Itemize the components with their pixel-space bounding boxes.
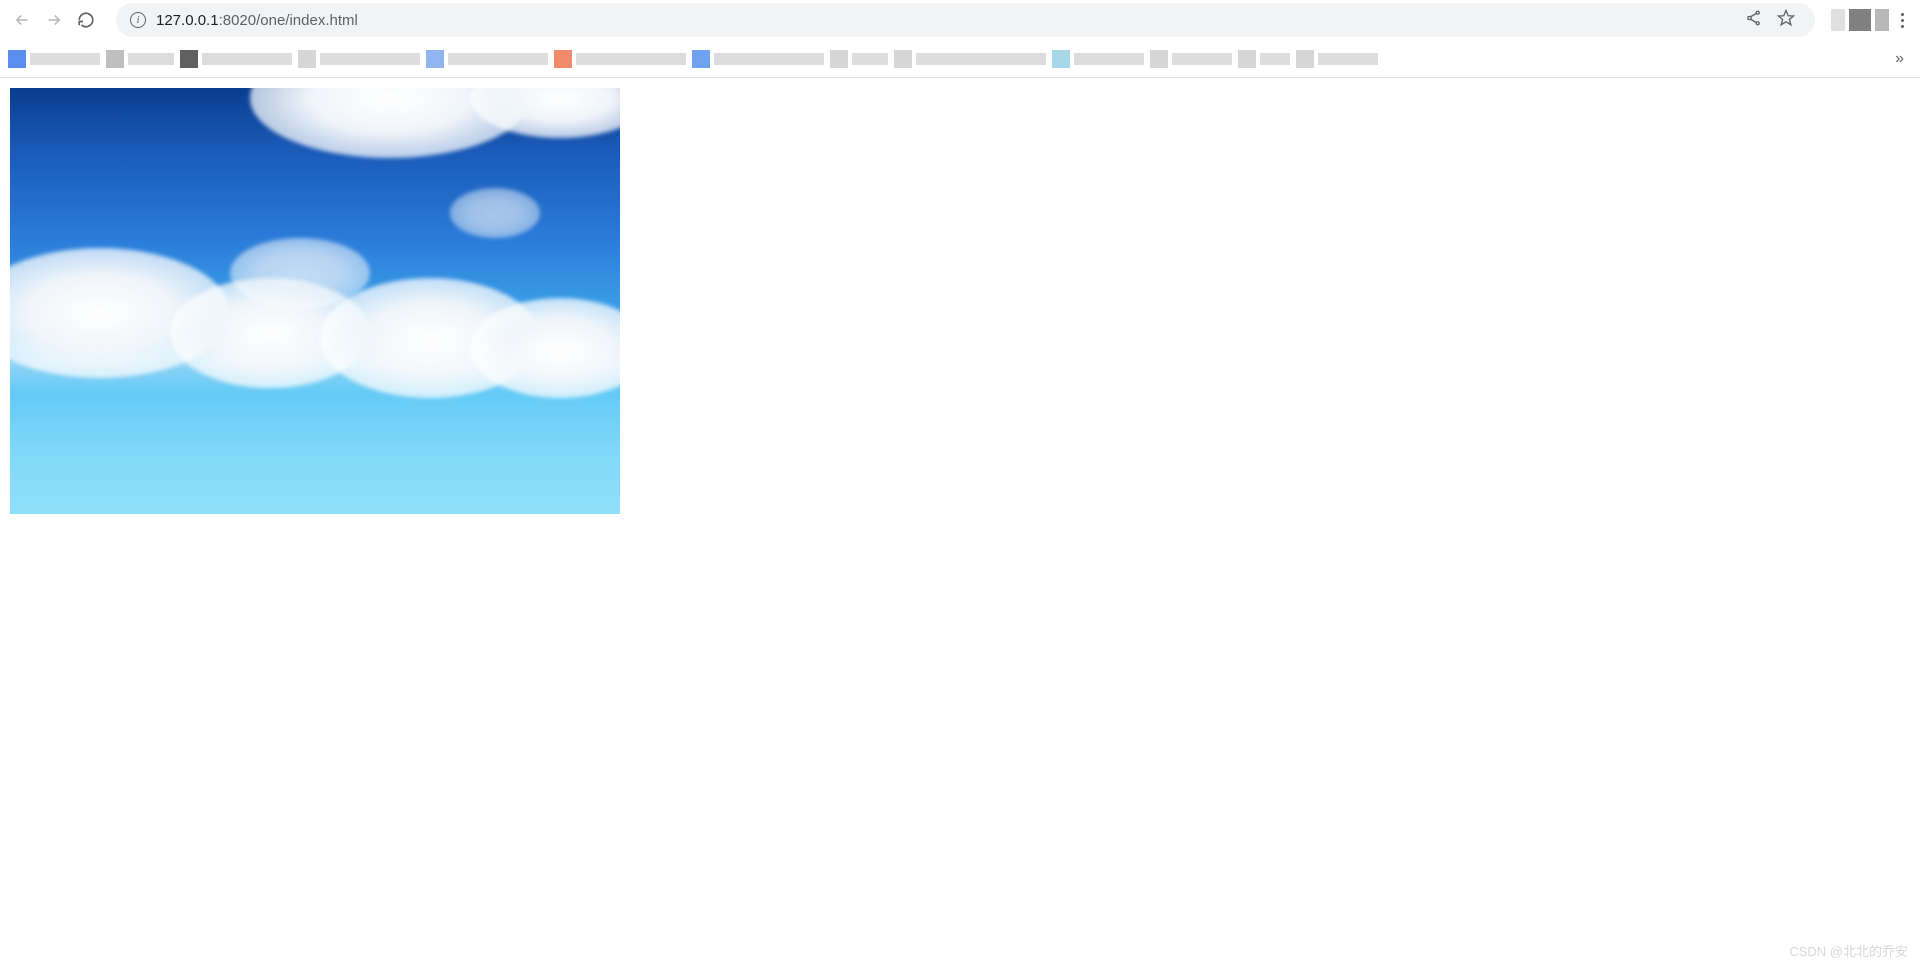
bookmark-item[interactable] (554, 47, 686, 71)
bookmark-favicon (180, 50, 198, 68)
site-info-icon[interactable]: i (130, 12, 146, 28)
page-content (0, 78, 1920, 524)
bookmarks-bar: » (0, 40, 1920, 78)
extensions-area[interactable] (1831, 9, 1889, 31)
bookmark-item[interactable] (692, 47, 824, 71)
bookmark-item[interactable] (1238, 47, 1290, 71)
cloud-shape (450, 188, 540, 238)
bookmark-favicon (1238, 50, 1256, 68)
share-icon[interactable] (1745, 9, 1763, 32)
url-text: 127.0.0.1:8020/one/index.html (156, 12, 358, 29)
url-host: 127.0.0.1 (156, 12, 219, 29)
bookmark-item[interactable] (8, 47, 100, 71)
bookmarks-overflow-button[interactable]: » (1895, 50, 1912, 68)
bookmark-label (30, 53, 100, 65)
bookmark-favicon (1150, 50, 1168, 68)
bookmark-label (916, 53, 1046, 65)
bookmark-label (1260, 53, 1290, 65)
browser-menu-button[interactable] (1897, 9, 1908, 32)
browser-toolbar: i 127.0.0.1:8020/one/index.html (0, 0, 1920, 40)
bookmark-item[interactable] (1052, 47, 1144, 71)
bookmark-favicon (1052, 50, 1070, 68)
bookmark-label (128, 53, 174, 65)
extension-icon[interactable] (1875, 9, 1889, 31)
bookmark-label (714, 53, 824, 65)
watermark-text: CSDN @北北的乔安 (1789, 941, 1908, 960)
bookmark-item[interactable] (1296, 47, 1378, 71)
bookmark-item[interactable] (894, 47, 1046, 71)
cloud-shape (230, 238, 370, 308)
bookmark-item[interactable] (298, 47, 420, 71)
address-bar[interactable]: i 127.0.0.1:8020/one/index.html (116, 3, 1815, 37)
bookmark-favicon (426, 50, 444, 68)
bookmark-item[interactable] (1150, 47, 1232, 71)
bookmark-label (1172, 53, 1232, 65)
extension-icon[interactable] (1831, 9, 1845, 31)
bookmark-item[interactable] (106, 47, 174, 71)
bookmark-label (852, 53, 888, 65)
bookmark-star-icon[interactable] (1777, 9, 1795, 32)
horizon-haze (10, 334, 620, 394)
profile-avatar[interactable] (1849, 9, 1871, 31)
bookmark-label (576, 53, 686, 65)
bookmark-label (320, 53, 420, 65)
url-rest: :8020/one/index.html (219, 12, 358, 29)
bookmark-favicon (830, 50, 848, 68)
bookmark-item[interactable] (180, 47, 292, 71)
bookmark-label (1318, 53, 1378, 65)
bookmark-label (1074, 53, 1144, 65)
nav-buttons (12, 10, 96, 30)
address-right-icons (1745, 9, 1795, 32)
back-button[interactable] (12, 10, 32, 30)
bookmark-item[interactable] (426, 47, 548, 71)
bookmark-favicon (554, 50, 572, 68)
bookmark-label (202, 53, 292, 65)
bookmark-favicon (298, 50, 316, 68)
bookmark-favicon (106, 50, 124, 68)
forward-button[interactable] (44, 10, 64, 30)
sky-clouds-image (10, 88, 620, 514)
bookmark-item[interactable] (830, 47, 888, 71)
bookmark-favicon (894, 50, 912, 68)
reload-button[interactable] (76, 10, 96, 30)
bookmark-label (448, 53, 548, 65)
bookmark-favicon (8, 50, 26, 68)
bookmark-favicon (692, 50, 710, 68)
bookmark-favicon (1296, 50, 1314, 68)
